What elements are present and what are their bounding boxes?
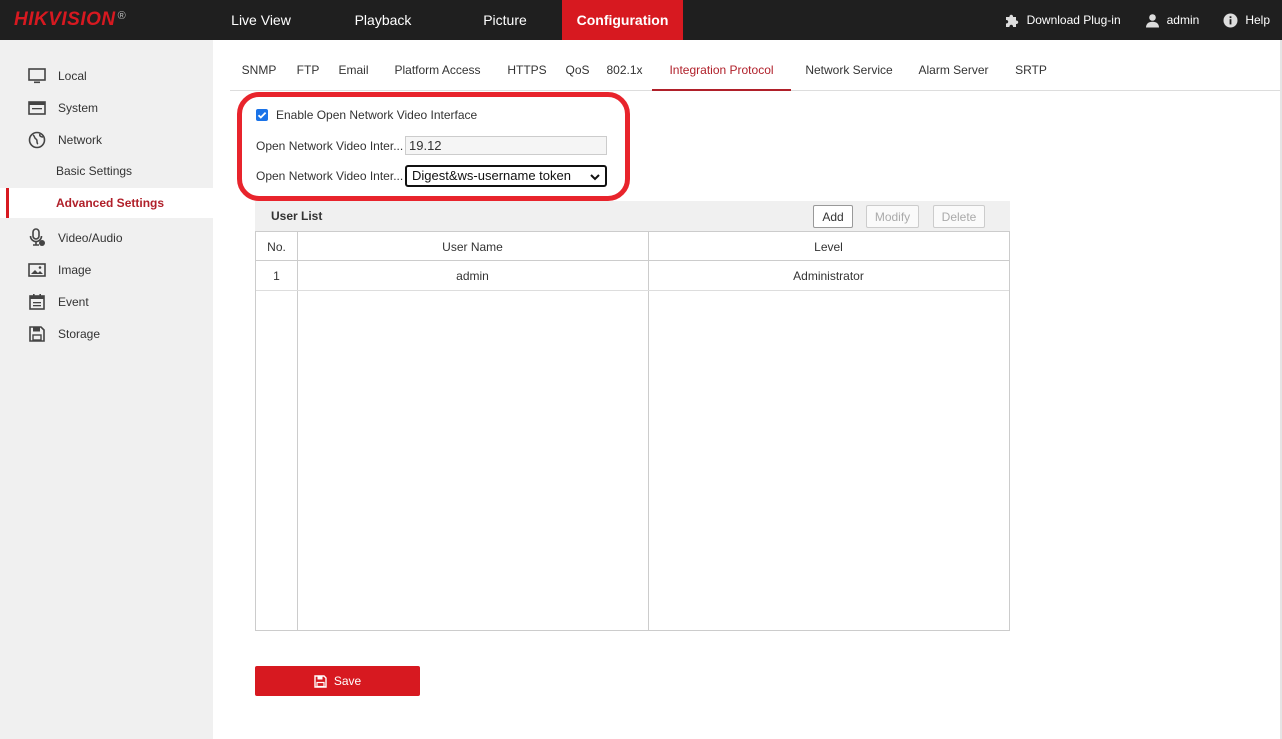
sidebar-item-label: Storage xyxy=(58,327,101,341)
username-label: admin xyxy=(1166,13,1200,27)
config-tabs: SNMP FTP Email Platform Access HTTPS QoS… xyxy=(230,50,1282,91)
tab-qos[interactable]: QoS xyxy=(558,50,597,90)
sidebar-item-local[interactable]: Local xyxy=(0,61,213,91)
sidebar-item-label: Network xyxy=(58,133,103,147)
sidebar-item-basic-settings[interactable]: Basic Settings xyxy=(0,156,213,186)
add-user-button[interactable]: Add xyxy=(813,205,853,228)
user-menu[interactable]: admin xyxy=(1145,13,1200,28)
system-window-icon xyxy=(28,99,46,117)
sidebar-item-label: Basic Settings xyxy=(56,164,133,178)
save-button[interactable]: Save xyxy=(255,666,420,696)
column-header-level: Level xyxy=(814,240,843,254)
tab-alarm-server[interactable]: Alarm Server xyxy=(907,50,1000,90)
tab-email[interactable]: Email xyxy=(328,50,379,90)
column-divider xyxy=(648,232,649,630)
microphone-icon xyxy=(28,228,46,247)
row-divider xyxy=(256,290,1009,291)
user-list-title: User List xyxy=(271,209,323,223)
user-table: No. User Name Level 1 admin Administrato… xyxy=(255,231,1010,631)
cell-no: 1 xyxy=(273,269,280,283)
column-divider xyxy=(297,232,298,630)
sidebar-item-label: Local xyxy=(58,69,87,83)
monitor-icon xyxy=(28,67,46,85)
sidebar-item-label: Video/Audio xyxy=(58,231,123,245)
sidebar: Local System Network Basic Settings Adva… xyxy=(0,40,213,739)
column-header-user-name: User Name xyxy=(442,240,503,254)
nav-live-view[interactable]: Live View xyxy=(204,0,318,40)
column-header-no: No. xyxy=(267,240,286,254)
sidebar-item-system[interactable]: System xyxy=(0,93,213,123)
header-divider xyxy=(256,260,1009,261)
tab-platform-access[interactable]: Platform Access xyxy=(379,50,496,90)
sidebar-item-label: Event xyxy=(58,295,89,309)
hikvision-logo: HIKVISION ® xyxy=(14,9,126,31)
help-label: Help xyxy=(1245,13,1270,27)
help-link[interactable]: Help xyxy=(1223,13,1270,28)
user-icon xyxy=(1145,13,1159,27)
sidebar-item-network[interactable]: Network xyxy=(0,125,213,155)
save-label: Save xyxy=(333,674,362,688)
tab-802-1x[interactable]: 802.1x xyxy=(597,50,652,90)
sidebar-item-video-audio[interactable]: Video/Audio xyxy=(0,223,213,253)
download-plugin-link[interactable]: Download Plug-in xyxy=(1004,12,1121,28)
tab-network-service[interactable]: Network Service xyxy=(791,50,907,90)
sidebar-item-advanced-settings[interactable]: Advanced Settings xyxy=(0,188,213,218)
info-icon xyxy=(1223,13,1238,27)
modify-user-button[interactable]: Modify xyxy=(866,205,919,228)
annotation-highlight-box xyxy=(237,92,630,201)
sidebar-item-label: System xyxy=(58,101,99,115)
calendar-icon xyxy=(28,293,46,311)
download-plugin-label: Download Plug-in xyxy=(1026,13,1121,27)
cell-user-name: admin xyxy=(456,269,489,283)
tab-https[interactable]: HTTPS xyxy=(496,50,558,90)
tab-srtp[interactable]: SRTP xyxy=(1000,50,1062,90)
logo-text: HIKVISION xyxy=(14,9,116,30)
sidebar-item-label: Advanced Settings xyxy=(56,196,165,210)
top-bar: HIKVISION ® Live View Playback Picture C… xyxy=(0,0,1282,40)
tab-ftp[interactable]: FTP xyxy=(288,50,328,90)
logo-registered-mark: ® xyxy=(117,10,126,22)
tab-snmp[interactable]: SNMP xyxy=(230,50,288,90)
top-right-menu: Download Plug-in admin Help xyxy=(1004,0,1282,40)
puzzle-icon xyxy=(1005,14,1018,27)
save-icon xyxy=(314,674,327,688)
nav-picture[interactable]: Picture xyxy=(448,0,562,40)
sidebar-item-storage[interactable]: Storage xyxy=(0,319,213,349)
nav-playback[interactable]: Playback xyxy=(318,0,448,40)
sidebar-item-label: Image xyxy=(58,263,92,277)
cell-level: Administrator xyxy=(793,269,864,283)
delete-user-button[interactable]: Delete xyxy=(933,205,985,228)
sidebar-item-event[interactable]: Event xyxy=(0,287,213,317)
globe-icon xyxy=(28,131,46,149)
user-list-toolbar: User List Add Modify Delete xyxy=(255,201,1010,231)
main-nav: Live View Playback Picture Configuration xyxy=(204,0,683,40)
tab-integration-protocol[interactable]: Integration Protocol xyxy=(652,50,791,91)
image-icon xyxy=(28,261,46,279)
save-disk-icon xyxy=(28,325,46,343)
nav-configuration[interactable]: Configuration xyxy=(562,0,683,40)
sidebar-item-image[interactable]: Image xyxy=(0,255,213,285)
